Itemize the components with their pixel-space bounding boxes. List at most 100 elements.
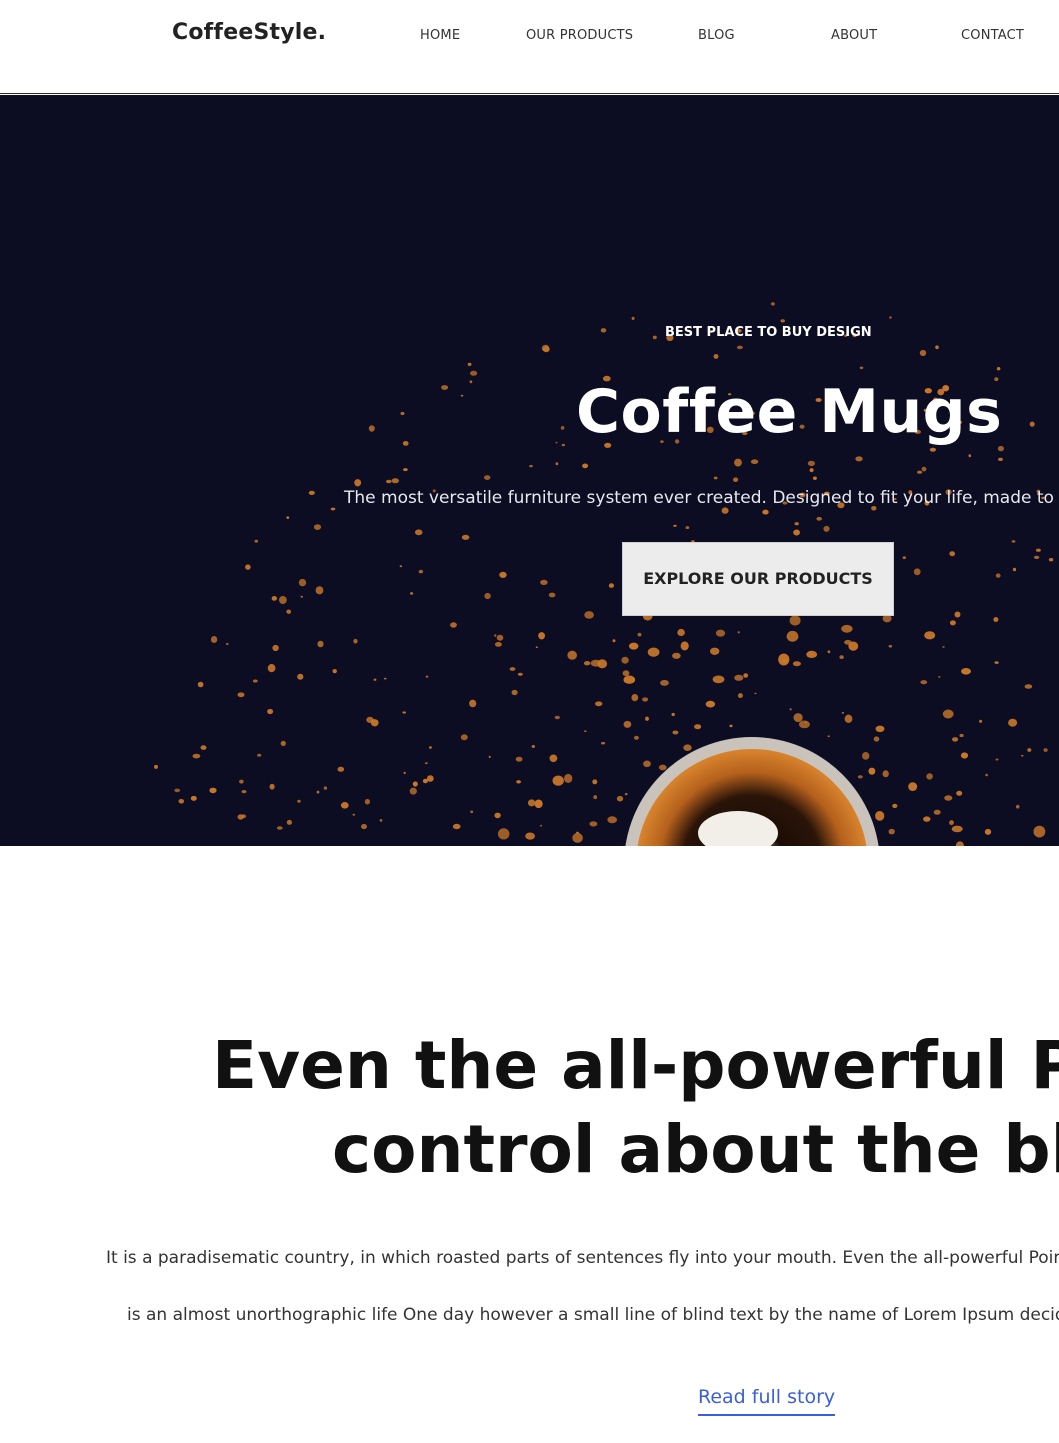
coffee-granule [671,712,675,717]
coffee-granule [529,464,533,468]
coffee-granule [245,564,251,570]
coffee-granule [713,354,719,359]
coffee-granule [589,821,598,827]
coffee-granule [542,346,550,353]
coffee-granule [354,479,362,487]
coffee-granule [469,699,477,708]
coffee-granule [297,799,301,803]
coffee-granule [952,737,959,742]
coffee-granule [729,724,733,728]
coffee-granule [685,526,690,530]
coffee-granule [272,644,279,652]
coffee-granule [721,507,729,514]
coffee-granule [572,832,583,843]
coffee-granule [857,775,863,779]
coffee-granule [736,345,743,350]
read-full-story-link[interactable]: Read full story [698,1386,836,1416]
coffee-granule [743,673,749,678]
coffee-granule [414,529,423,536]
coffee-granule [197,681,204,688]
coffee-granule [241,790,247,794]
coffee-granule [949,820,954,826]
coffee-granule [1021,754,1024,757]
coffee-granule [592,779,598,785]
coffee-granule [298,578,307,587]
nav-item-about[interactable]: ABOUT [831,28,877,43]
coffee-granule [488,755,491,759]
coffee-granule [942,646,945,648]
coffee-granule [353,638,358,644]
coffee-granule [859,366,864,370]
coffee-granule [534,799,543,809]
coffee-granule [935,345,939,350]
coffee-granule [554,715,560,720]
coffee-granule [998,457,1003,461]
coffee-granule [1024,684,1033,689]
nav-item-our-products[interactable]: OUR PRODUCTS [526,28,633,43]
coffee-granule [705,700,716,708]
nav-item-blog[interactable]: BLOG [698,28,735,43]
coffee-granule [780,319,785,323]
coffee-granule [629,642,639,650]
explore-products-button[interactable]: EXPLORE OUR PRODUCTS [622,542,894,616]
coffee-granule [672,730,679,735]
coffee-granule [494,812,501,819]
coffee-granule [412,781,418,787]
coffee-granule [713,476,718,480]
coffee-granule [509,667,516,671]
coffee-granule [862,752,870,760]
top-navbar: CoffeeStyle. HOME OUR PRODUCTS BLOG ABOU… [0,0,1059,94]
coffee-granule [383,677,387,680]
coffee-granule [793,713,803,723]
coffee-granule [531,745,535,748]
coffee-granule [593,795,598,800]
coffee-granule [1033,825,1046,838]
coffee-granule [425,675,429,678]
coffee-granule [647,647,660,657]
nav-item-home[interactable]: HOME [420,28,460,43]
coffee-granule [917,470,923,474]
coffee-granule [892,803,898,809]
coffee-granule [995,758,999,761]
coffee-granule [317,640,324,648]
coffee-granule [624,793,628,796]
brand-logo[interactable]: CoffeeStyle. [172,20,326,45]
coffee-granule [868,767,876,775]
coffee-granule [154,764,158,769]
coffee-granule [855,456,863,462]
coffee-granule [798,720,810,729]
coffee-granule [332,669,337,674]
coffee-granule [494,642,502,647]
coffee-granule [269,783,275,790]
coffee-granule [402,441,409,446]
coffee-granule [698,726,701,729]
coffee-granule [873,736,880,742]
coffee-granule [252,679,258,683]
coffee-granule [929,447,937,452]
coffee-granule [933,809,941,815]
hero-background-image [154,302,1054,846]
coffee-granule [391,478,399,484]
coffee-granule [961,668,971,675]
coffee-granule [888,645,893,648]
story-paragraph-line1: It is a paradisematic country, in which … [106,1248,1059,1268]
coffee-granule [733,477,739,483]
coffee-granule [441,385,449,390]
coffee-granule [794,522,799,526]
coffee-granule [652,335,657,340]
coffee-granule [515,756,523,762]
coffee-granule [226,642,229,646]
coffee-granule [921,466,927,472]
coffee-granule [300,595,303,598]
coffee-granule [1027,748,1032,752]
nav-item-contact[interactable]: CONTACT [961,28,1024,43]
coffee-granule [467,362,472,366]
coffee-granule [923,816,931,822]
coffee-granule [875,811,885,821]
coffee-granule [612,639,616,643]
coffee-granule [642,697,649,702]
coffee-granule [601,742,606,745]
coffee-granule [330,507,336,511]
coffee-granule [517,672,523,676]
coffee-granule [200,745,207,750]
